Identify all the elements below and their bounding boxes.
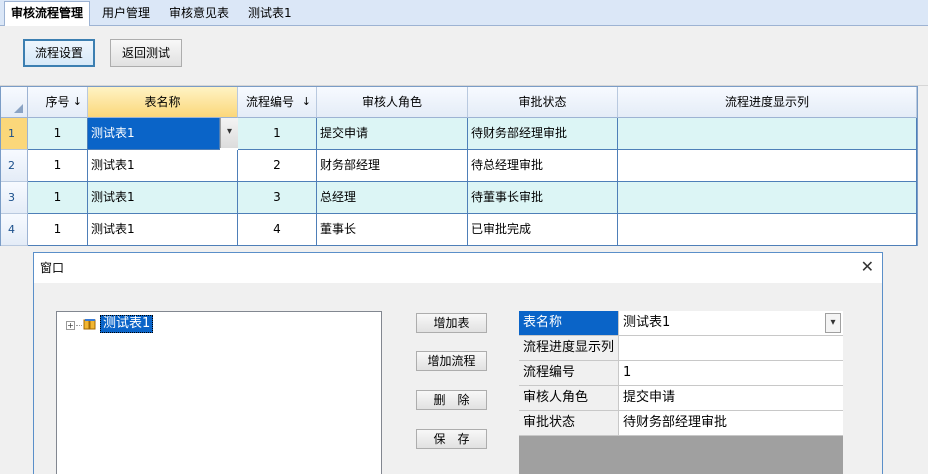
chevron-down-icon[interactable]: ▾ <box>220 118 238 148</box>
flow-grid[interactable]: 序号 ↓ 表名称 流程编号 ↓ 审核人角色 审批状态 流程进度显示列 1 1 ▾ 测试… <box>0 86 918 246</box>
cell-status[interactable]: 已审批完成 <box>468 214 618 246</box>
cell-flow-no[interactable]: 3 <box>238 182 317 214</box>
back-test-button[interactable]: 返回测试 <box>110 39 182 67</box>
prop-key: 表名称 <box>519 311 619 336</box>
window-title: 窗口 <box>40 261 65 275</box>
prop-value-status[interactable]: 待财务部经理审批 <box>619 411 843 436</box>
toolbar: 流程设置 返回测试 <box>0 26 928 86</box>
prop-row-role[interactable]: 审核人角色 提交申请 <box>519 386 843 411</box>
select-all-icon <box>14 104 23 113</box>
row-header[interactable]: 3 <box>1 182 28 214</box>
col-header-label: 表名称 <box>144 95 181 109</box>
sort-down-icon: ↓ <box>72 95 82 108</box>
grid-corner[interactable] <box>1 87 28 118</box>
save-button[interactable]: 保 存 <box>416 429 487 449</box>
cell-progress[interactable] <box>618 118 917 150</box>
col-header-table-name[interactable]: 表名称 <box>88 87 238 118</box>
prop-value-text: 测试表1 <box>623 315 671 330</box>
window-title-bar[interactable]: 窗口 ✕ <box>34 253 882 283</box>
prop-row-table-name[interactable]: 表名称 测试表1 ▾ <box>519 311 843 336</box>
row-header[interactable]: 1 <box>1 118 28 150</box>
cell-table-name[interactable]: 测试表1 <box>88 118 220 150</box>
prop-value-role[interactable]: 提交申请 <box>619 386 843 411</box>
row-header[interactable]: 4 <box>1 214 28 246</box>
cell-table-name[interactable]: 测试表1 <box>88 182 238 214</box>
property-grid: 表名称 测试表1 ▾ 流程进度显示列 流程编号 1 审核人角色 提交申请 审批状… <box>519 311 843 474</box>
col-header-label: 流程进度显示列 <box>724 95 809 109</box>
cell-flow-no[interactable]: 1 <box>238 118 317 150</box>
tab-test-table[interactable]: 测试表1 <box>242 2 298 26</box>
cell-status[interactable]: 待财务部经理审批 <box>468 118 618 150</box>
cell-seq[interactable]: 1 <box>28 182 88 214</box>
expand-icon[interactable]: + <box>66 321 75 330</box>
tab-approval-flow[interactable]: 审核流程管理 <box>4 1 91 27</box>
table-tree[interactable]: + 测试表1 <box>56 311 382 474</box>
cell-role[interactable]: 财务部经理 <box>317 150 468 182</box>
col-header-role[interactable]: 审核人角色 <box>317 87 468 118</box>
tab-approval-opinion[interactable]: 审核意见表 <box>163 2 235 26</box>
close-icon[interactable]: ✕ <box>861 253 874 281</box>
add-flow-button[interactable]: 增加流程 <box>416 351 487 371</box>
tree-node-test-table[interactable]: 测试表1 <box>100 315 154 333</box>
col-header-status[interactable]: 审批状态 <box>468 87 618 118</box>
settings-window: 窗口 ✕ + 测试表1 增加表 增加流程 删 除 保 存 表名称 测试表1 ▾ … <box>33 252 883 474</box>
cell-seq[interactable]: 1 <box>28 150 88 182</box>
tree-connector <box>76 325 82 326</box>
add-table-button[interactable]: 增加表 <box>416 313 487 333</box>
cell-flow-no[interactable]: 2 <box>238 150 317 182</box>
prop-value-table-name[interactable]: 测试表1 ▾ <box>619 311 843 336</box>
prop-value-flow-no[interactable]: 1 <box>619 361 843 386</box>
col-header-label: 序号 <box>45 95 70 109</box>
tab-strip: 审核流程管理 用户管理 审核意见表 测试表1 <box>0 0 928 27</box>
prop-key: 审批状态 <box>519 411 619 436</box>
prop-key: 审核人角色 <box>519 386 619 411</box>
cell-progress[interactable] <box>618 150 917 182</box>
cell-status[interactable]: 待董事长审批 <box>468 182 618 214</box>
prop-key: 流程进度显示列 <box>519 336 619 361</box>
tab-user-management[interactable]: 用户管理 <box>96 2 156 26</box>
cell-table-name[interactable]: 测试表1 <box>88 150 238 182</box>
prop-key: 流程编号 <box>519 361 619 386</box>
sort-down-icon: ↓ <box>301 95 311 108</box>
col-header-label: 审核人角色 <box>361 95 422 109</box>
flow-settings-button[interactable]: 流程设置 <box>23 39 95 67</box>
delete-button[interactable]: 删 除 <box>416 390 487 410</box>
prop-row-flow-no[interactable]: 流程编号 1 <box>519 361 843 386</box>
col-header-label: 审批状态 <box>518 95 567 109</box>
table-node-icon <box>83 319 96 330</box>
col-header-progress[interactable]: 流程进度显示列 <box>618 87 917 118</box>
cell-progress[interactable] <box>618 214 917 246</box>
cell-status[interactable]: 待总经理审批 <box>468 150 618 182</box>
cell-role[interactable]: 董事长 <box>317 214 468 246</box>
cell-role[interactable]: 总经理 <box>317 182 468 214</box>
cell-flow-no[interactable]: 4 <box>238 214 317 246</box>
cell-seq[interactable]: 1 <box>28 118 88 150</box>
cell-role[interactable]: 提交申请 <box>317 118 468 150</box>
prop-value-progress-column[interactable] <box>619 336 843 361</box>
prop-row-status[interactable]: 审批状态 待财务部经理审批 <box>519 411 843 436</box>
chevron-down-icon[interactable]: ▾ <box>825 313 841 333</box>
cell-seq[interactable]: 1 <box>28 214 88 246</box>
col-header-seq[interactable]: 序号 ↓ <box>28 87 88 118</box>
col-header-flow-no[interactable]: 流程编号 ↓ <box>238 87 317 118</box>
prop-row-progress-column[interactable]: 流程进度显示列 <box>519 336 843 361</box>
cell-progress[interactable] <box>618 182 917 214</box>
col-header-label: 流程编号 <box>245 95 294 109</box>
cell-table-name[interactable]: 测试表1 <box>88 214 238 246</box>
row-header[interactable]: 2 <box>1 150 28 182</box>
